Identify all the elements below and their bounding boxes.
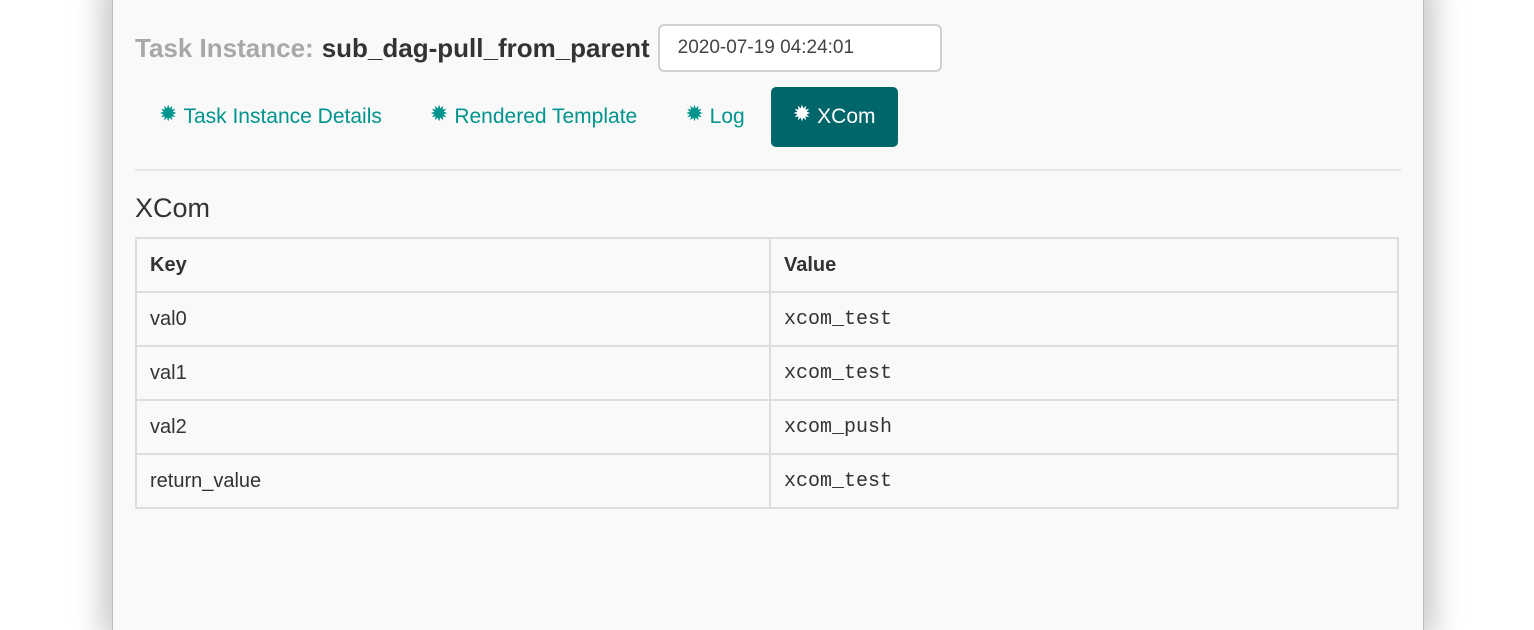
- divider: [135, 169, 1401, 171]
- task-instance-panel: Task Instance: sub_dag-pull_from_parent …: [112, 0, 1424, 630]
- tab-label: Rendered Template: [454, 105, 638, 128]
- tab-label: Log: [709, 105, 745, 128]
- task-name: sub_dag-pull_from_parent: [321, 32, 650, 63]
- gear-icon: ✹: [685, 101, 704, 126]
- xcom-value: xcom_test: [769, 345, 1399, 401]
- task-instance-label: Task Instance:: [135, 32, 314, 63]
- column-header-key: Key: [135, 237, 771, 293]
- page-header: Task Instance: sub_dag-pull_from_parent: [135, 22, 942, 74]
- gear-icon: ✹: [429, 101, 449, 126]
- tab-label: XCom: [817, 105, 876, 128]
- xcom-value: xcom_push: [769, 399, 1399, 455]
- xcom-table: Key Value val0 xcom_test val1 xcom_test …: [135, 237, 1399, 509]
- xcom-key: val0: [135, 291, 771, 347]
- tab-log[interactable]: ✹ Log: [661, 87, 768, 147]
- xcom-key: return_value: [135, 453, 771, 509]
- section-title: XCom: [135, 193, 211, 223]
- tab-task-instance-details[interactable]: ✹ Task Instance Details: [135, 87, 406, 147]
- table-row: return_value xcom_test: [135, 453, 1399, 509]
- column-header-value: Value: [769, 237, 1399, 293]
- table-row: val0 xcom_test: [135, 291, 1399, 347]
- tab-bar: ✹ Task Instance Details ✹ Rendered Templ…: [135, 87, 898, 147]
- tab-label: Task Instance Details: [183, 105, 382, 128]
- xcom-value: xcom_test: [769, 453, 1399, 509]
- xcom-value: xcom_test: [769, 291, 1399, 347]
- gear-icon: ✹: [159, 101, 178, 126]
- table-header-row: Key Value: [135, 237, 1399, 293]
- table-row: val1 xcom_test: [135, 345, 1399, 401]
- tab-rendered-template[interactable]: ✹ Rendered Template: [406, 87, 661, 147]
- xcom-key: val1: [135, 345, 771, 401]
- table-row: val2 xcom_push: [135, 399, 1399, 455]
- tab-xcom[interactable]: ✹ XCom: [770, 87, 898, 147]
- execution-date-input[interactable]: [657, 24, 942, 72]
- xcom-key: val2: [135, 399, 771, 455]
- gear-icon: ✹: [792, 101, 812, 126]
